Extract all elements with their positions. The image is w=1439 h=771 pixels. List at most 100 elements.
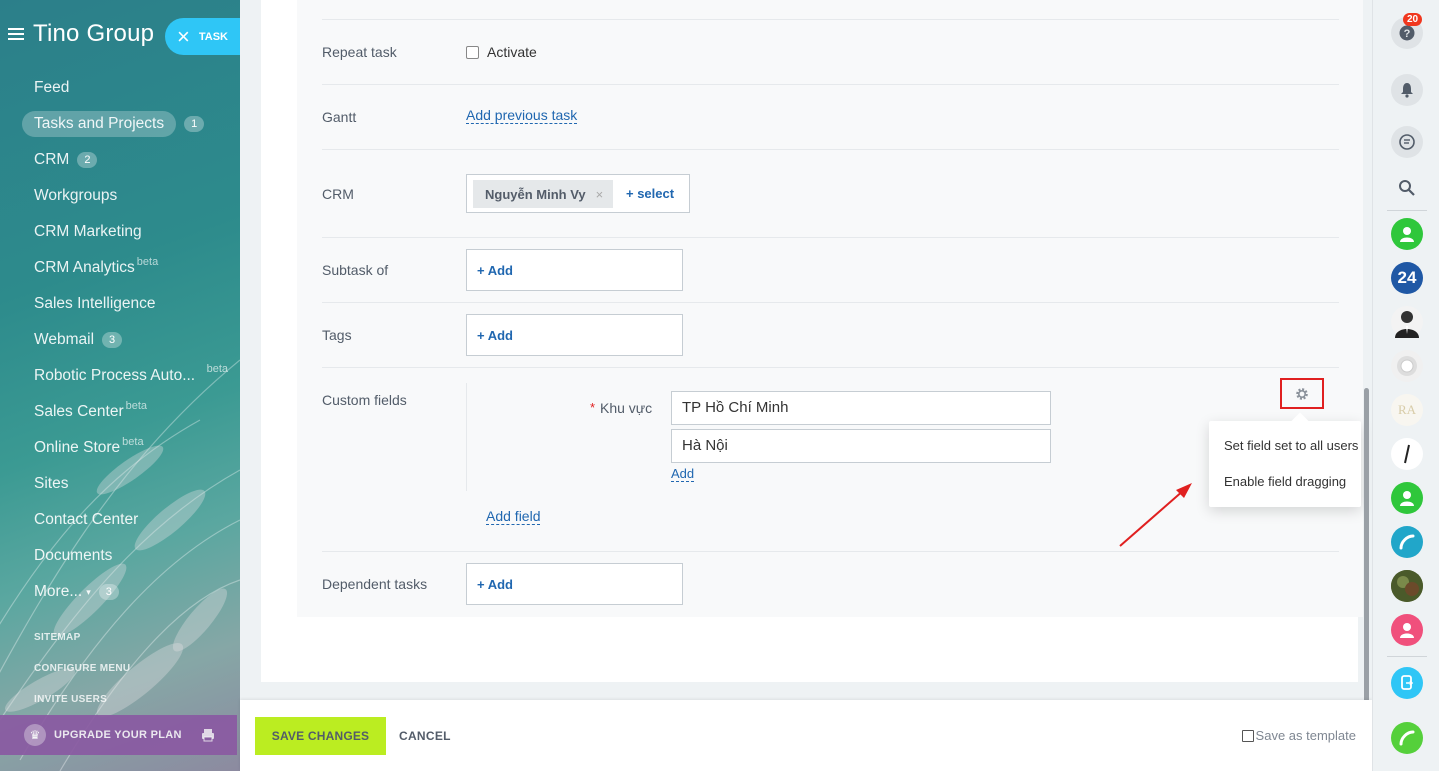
menu-burger-icon[interactable] xyxy=(8,27,24,41)
khu-vuc-input-1[interactable]: TP Hồ Chí Minh xyxy=(671,391,1051,425)
sidebar-item-webmail[interactable]: Webmail 3 xyxy=(22,322,240,358)
add-previous-task-link[interactable]: Add previous task xyxy=(466,107,578,124)
menu-item-set-field-all-users[interactable]: Set field set to all users xyxy=(1224,438,1358,453)
sidebar-item-sales-intelligence[interactable]: Sales Intelligence xyxy=(22,286,240,322)
row-label: Custom fields xyxy=(322,392,407,408)
sidebar-item-label: Feed xyxy=(34,79,70,96)
save-as-template[interactable]: Save as template xyxy=(1241,728,1356,743)
sidebar-item-label: Tasks and Projects xyxy=(22,111,177,137)
row-label: Repeat task xyxy=(322,44,397,60)
activate-label[interactable]: Activate xyxy=(487,44,537,60)
custom-fields-divider xyxy=(466,383,467,491)
sidebar-badge: 2 xyxy=(77,152,98,168)
bitrix24-icon[interactable]: 24 xyxy=(1391,262,1423,294)
divider xyxy=(1387,656,1427,657)
svg-text:?: ? xyxy=(1404,28,1411,40)
row-label: Gantt xyxy=(322,109,357,125)
upgrade-label: UPGRADE YOUR PLAN xyxy=(54,729,182,741)
chat-icon[interactable] xyxy=(1391,126,1423,158)
sidebar-item-workgroups[interactable]: Workgroups xyxy=(22,178,240,214)
save-changes-button[interactable]: SAVE CHANGES xyxy=(255,717,386,755)
left-sidebar: Tino Group × TASK Feed Tasks and Project… xyxy=(0,0,240,771)
sidebar-item-label: Workgroups xyxy=(34,187,118,204)
sidebar-item-label: Contact Center xyxy=(34,511,139,528)
beta-tag: beta xyxy=(206,363,228,375)
sidebar-badge: 3 xyxy=(98,584,119,600)
sidebar-item-tasks[interactable]: Tasks and Projects 1 xyxy=(22,106,240,142)
task-button[interactable]: × TASK xyxy=(165,18,240,55)
row-gantt: Gantt Add previous task xyxy=(322,85,1339,150)
sidebar-item-online-store[interactable]: Online Store beta xyxy=(22,430,240,466)
save-template-checkbox[interactable] xyxy=(1241,729,1254,742)
gear-icon[interactable] xyxy=(1295,387,1309,401)
sidebar-item-label: Robotic Process Auto... xyxy=(34,367,196,384)
screen-share-icon[interactable] xyxy=(1391,667,1423,699)
beta-tag: beta xyxy=(125,400,148,412)
sidebar-item-feed[interactable]: Feed xyxy=(22,70,240,106)
sidebar-item-rpa[interactable]: Robotic Process Auto... beta xyxy=(22,358,240,394)
sidebar-item-crm[interactable]: CRM 2 xyxy=(22,142,240,178)
custom-field-label: Khu vực xyxy=(600,400,653,416)
crm-tag-name: Nguyễn Minh Vy xyxy=(485,186,586,202)
add-field-link[interactable]: Add field xyxy=(486,508,541,525)
bell-icon[interactable] xyxy=(1391,74,1423,106)
cancel-button[interactable]: CANCEL xyxy=(399,729,451,743)
crown-icon: ♛ xyxy=(24,724,46,746)
khu-vuc-input-2[interactable]: Hà Nội xyxy=(671,429,1051,463)
sidebar-item-sales-center[interactable]: Sales Center beta xyxy=(22,394,240,430)
task-form: Repeat task Activate Gantt Add previous … xyxy=(297,0,1363,617)
user-avatar-icon-3[interactable] xyxy=(1391,614,1423,646)
sitemap-link[interactable]: SITEMAP xyxy=(34,630,130,661)
nature-photo-avatar[interactable] xyxy=(1391,570,1423,602)
remove-tag-icon[interactable]: × xyxy=(596,187,604,202)
pen-logo-avatar[interactable] xyxy=(1391,438,1423,470)
sidebar-item-crm-marketing[interactable]: CRM Marketing xyxy=(22,214,240,250)
row-label: Subtask of xyxy=(322,262,389,278)
printer-icon[interactable] xyxy=(201,728,215,742)
sidebar-item-label: CRM xyxy=(34,151,70,168)
sidebar-item-crm-analytics[interactable]: CRM Analytics beta xyxy=(22,250,240,286)
brand-header: Tino Group xyxy=(8,18,154,50)
sidebar-item-documents[interactable]: Documents xyxy=(22,538,240,574)
menu-item-enable-dragging[interactable]: Enable field dragging xyxy=(1224,474,1346,489)
sidebar-badge: 3 xyxy=(102,332,123,348)
user-photo-avatar[interactable] xyxy=(1391,306,1423,338)
row-tags: Tags + Add xyxy=(322,303,1339,368)
row-repeat-task: Repeat task Activate xyxy=(322,20,1339,85)
user-avatar-icon[interactable] xyxy=(1391,218,1423,250)
sidebar-item-label: Sales Intelligence xyxy=(34,295,156,312)
task-button-label: TASK xyxy=(198,30,228,43)
sidebar-item-more[interactable]: More... ▾ 3 xyxy=(22,574,240,610)
brand-title[interactable]: Tino Group xyxy=(33,20,154,48)
sidebar-item-label: Online Store xyxy=(34,439,121,456)
sidebar-badge: 1 xyxy=(184,116,205,132)
close-icon: × xyxy=(177,23,190,49)
brand-logo-avatar-2[interactable]: RA xyxy=(1391,394,1423,426)
task-card: Repeat task Activate Gantt Add previous … xyxy=(261,0,1363,682)
search-icon[interactable] xyxy=(1391,172,1423,204)
phone-avatar-icon[interactable] xyxy=(1391,526,1423,558)
red-arrow-annotation xyxy=(1119,483,1192,547)
brand-logo-avatar[interactable] xyxy=(1391,350,1423,382)
chevron-down-icon: ▾ xyxy=(86,586,91,597)
row-top-divider xyxy=(322,0,1339,20)
sidebar-item-contact-center[interactable]: Contact Center xyxy=(22,502,240,538)
activate-checkbox[interactable] xyxy=(466,46,479,59)
row-dependent-tasks: Dependent tasks + Add xyxy=(322,552,1339,616)
subtask-add-button[interactable]: + Add xyxy=(477,263,513,278)
main-area: Repeat task Activate Gantt Add previous … xyxy=(240,0,1372,771)
phone-call-icon[interactable] xyxy=(1391,722,1423,754)
tags-add-button[interactable]: + Add xyxy=(477,328,513,343)
configure-menu-link[interactable]: CONFIGURE MENU xyxy=(34,661,130,692)
dependent-tasks-field[interactable]: + Add xyxy=(466,563,683,605)
save-template-label[interactable]: Save as template xyxy=(1256,728,1356,743)
user-avatar-icon-2[interactable] xyxy=(1391,482,1423,514)
add-value-link[interactable]: Add xyxy=(671,466,695,482)
divider xyxy=(1387,210,1427,211)
upgrade-plan-button[interactable]: ♛ UPGRADE YOUR PLAN xyxy=(0,715,237,755)
dependent-add-button[interactable]: + Add xyxy=(477,577,513,592)
tags-field[interactable]: + Add xyxy=(466,314,683,356)
subtask-of-field[interactable]: + Add xyxy=(466,249,683,291)
sidebar-item-sites[interactable]: Sites xyxy=(22,466,240,502)
crm-select-button[interactable]: + select xyxy=(626,186,674,201)
